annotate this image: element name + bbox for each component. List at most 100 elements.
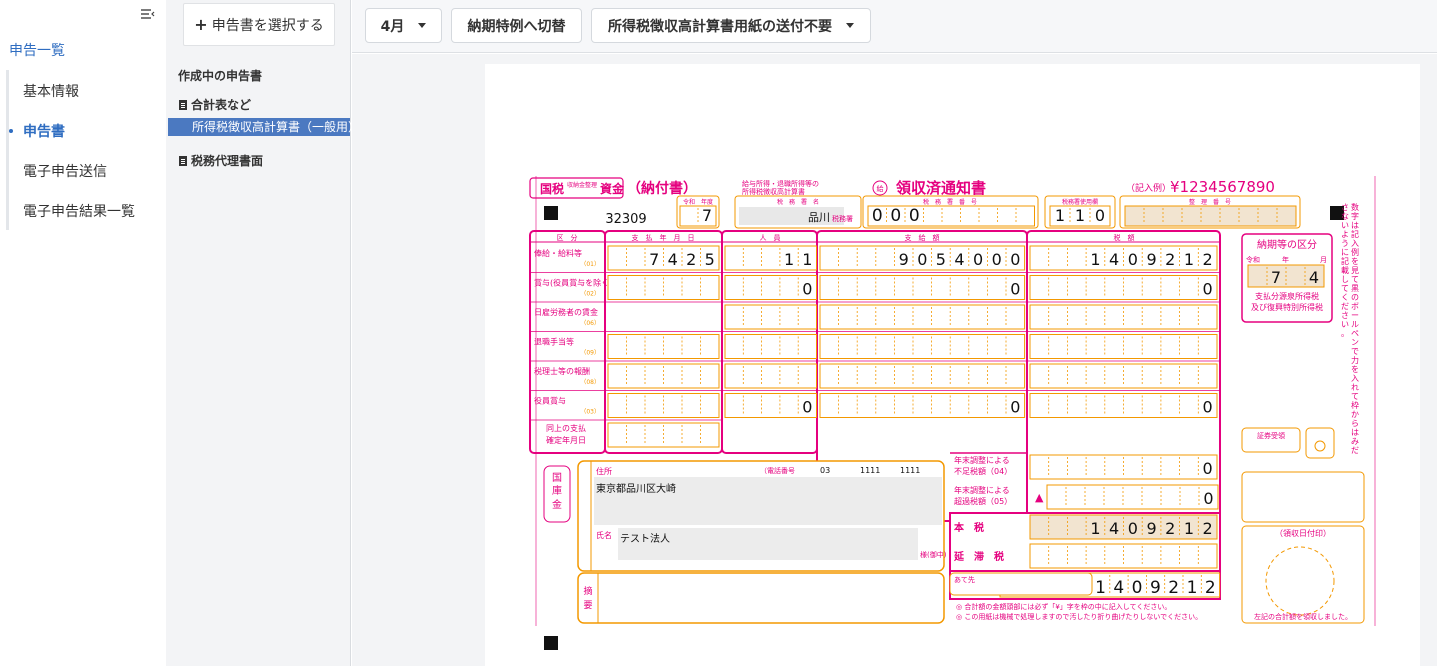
side-note-char: 字 — [1351, 211, 1359, 221]
persons-cells-frame — [724, 304, 817, 330]
row-label: 賞与(役員賞与を除く) — [534, 278, 612, 288]
tax-office-use-cells-digit: 0 — [1095, 206, 1105, 225]
nouki-year: 7 — [1271, 268, 1281, 287]
select-return-label: 申告書を選択する — [211, 17, 324, 34]
total-digit: 1 — [1187, 578, 1198, 598]
payment-cells-digit: 0 — [973, 250, 983, 269]
ocr-marker — [544, 206, 558, 220]
side-note-char: だ — [1341, 302, 1349, 311]
payment-cells-digit: 0 — [1010, 398, 1020, 417]
group-summary[interactable]: 合計表など — [179, 96, 251, 113]
payment-cells-digit: 5 — [936, 250, 946, 269]
zeimu-box — [1241, 471, 1365, 523]
group-tax-agent[interactable]: 税務代理書面 — [179, 152, 263, 169]
send-option-dropdown[interactable]: 所得税徴収高計算書用紙の送付不要 — [591, 8, 871, 43]
total-digit: 4 — [1113, 578, 1124, 598]
nenmatsu-over-cells-frame — [1046, 484, 1219, 510]
side-note-char: 黒 — [1351, 284, 1359, 293]
nouki-note: 支払分源泉所得税 — [1255, 291, 1319, 301]
reiwa-label: 令和 — [683, 198, 695, 206]
form-preview: 国税 収納金整理 資金 （納付書） 給与所得・退職所得等の 所得税徴収高計算書 給 領収済通知… — [352, 54, 1437, 666]
side-note-char: 。 — [1341, 329, 1349, 338]
row-code: （03） — [580, 409, 600, 416]
honzei-cells-digit: 4 — [1109, 519, 1119, 538]
honzei-cells-digit: 1 — [1090, 519, 1100, 538]
phone-2: 1111 — [860, 466, 880, 475]
nav-item-returns[interactable]: 申告書 — [9, 121, 65, 141]
atesaki-label: あて先 — [954, 575, 975, 584]
side-note-char: 載 — [1341, 265, 1349, 275]
tax-office-use-label: 税務署使用欄 — [1062, 198, 1098, 206]
payment-cells-digit: 0 — [917, 250, 927, 269]
name-label: 氏名 — [596, 530, 612, 540]
collapse-menu-icon[interactable] — [141, 8, 155, 20]
nav-title[interactable]: 申告一覧 — [9, 40, 65, 60]
entai-label: 延 滞 税 — [953, 550, 1004, 563]
row-label: 俸給・給料等 — [534, 248, 582, 258]
side-note-char: 数 — [1351, 202, 1359, 212]
side-note-char: ー — [1351, 311, 1359, 320]
honzei-cells-digit: 9 — [1146, 519, 1156, 538]
fund-title-small: 収納金整理 — [567, 181, 597, 189]
tax-cells-digit: 9 — [1146, 250, 1156, 269]
switch-special-button[interactable]: 納期特例へ切替 — [451, 8, 582, 43]
nenmatsu-over: 年末調整による — [954, 485, 1010, 495]
side-note-char: さ — [1341, 203, 1349, 212]
total-digit: 1 — [1095, 578, 1106, 598]
example-label: （記入例） — [1126, 182, 1171, 194]
side-note-char: い — [1341, 221, 1349, 230]
date-cells-digit: 7 — [649, 250, 659, 269]
side-note-char: の — [1351, 293, 1359, 302]
row-code: （01） — [580, 261, 600, 268]
tax-cells-digit: 0 — [1128, 250, 1138, 269]
nav-item-basic-info[interactable]: 基本情報 — [23, 81, 79, 101]
month-value: 4月 — [380, 18, 405, 35]
date-cells-digit: 4 — [668, 250, 678, 269]
side-note-char: ペ — [1351, 329, 1359, 338]
nav-item-e-filing-results[interactable]: 電子申告結果一覧 — [23, 201, 135, 221]
nav-list: 基本情報 申告書 電子申告送信 電子申告結果一覧 — [6, 70, 156, 230]
side-note-char: 記 — [1351, 229, 1359, 239]
nav-item-e-filing-send[interactable]: 電子申告送信 — [23, 161, 107, 181]
side-note-char: ン — [1351, 338, 1359, 347]
side-note-char: 入 — [1351, 374, 1359, 383]
row-code: （02） — [580, 291, 600, 298]
kokko-2: 庫 — [552, 484, 562, 497]
selected-form-item[interactable]: 所得税徴収高計算書（一般用） — [168, 118, 360, 136]
office-code-label: 税 務 署 番 号 — [923, 198, 977, 206]
side-note-char: な — [1341, 212, 1349, 221]
shouken-label: 証券受領 — [1257, 431, 1285, 440]
side-note-char: 枠 — [1351, 400, 1359, 410]
tax-office-use-cells-digit: 1 — [1075, 206, 1085, 225]
honzei-cells-digit: 2 — [1165, 519, 1175, 538]
month-dropdown[interactable]: 4月 — [365, 8, 442, 43]
persons-cells-digit: 1 — [784, 250, 794, 269]
select-return-button[interactable]: + 申告書を選択する — [183, 3, 335, 46]
side-note-char: よ — [1341, 230, 1349, 239]
side-note-char: 見 — [1351, 266, 1359, 275]
side-note-char: は — [1351, 221, 1359, 230]
group-tax-agent-label: 税務代理書面 — [191, 154, 264, 168]
row-code: （08） — [580, 379, 600, 386]
tax-cells-digit: 0 — [1203, 398, 1213, 417]
tax-cells-digit: 2 — [1203, 250, 1213, 269]
nendo-label: 年度 — [701, 198, 713, 206]
side-note-char: れ — [1351, 383, 1359, 392]
tax-cells-digit: 1 — [1090, 250, 1100, 269]
seiri-label: 整 理 番 号 — [1189, 198, 1231, 206]
side-note-char: を — [1351, 257, 1359, 266]
payment-cells-frame — [819, 334, 1026, 359]
office-code-digit: 0 — [890, 206, 901, 226]
row-label: 税理士等の報酬 — [534, 366, 590, 376]
side-note-char: に — [1341, 248, 1349, 257]
total-digit: 2 — [1168, 578, 1179, 598]
nenmatsu-short-cells-digit: 0 — [1203, 459, 1213, 478]
kokko-1: 国 — [552, 472, 562, 484]
receipt-note: 左記の合計額を領収しました。 — [1254, 612, 1352, 621]
salary-title-2: 所得税徴収高計算書 — [742, 187, 805, 196]
persons-cells-frame — [724, 363, 817, 389]
nouki-tsuki: 月 — [1320, 256, 1327, 264]
active-indicator — [9, 129, 13, 133]
payment-cells-frame — [819, 393, 1026, 418]
side-note-char: 力 — [1351, 355, 1359, 365]
